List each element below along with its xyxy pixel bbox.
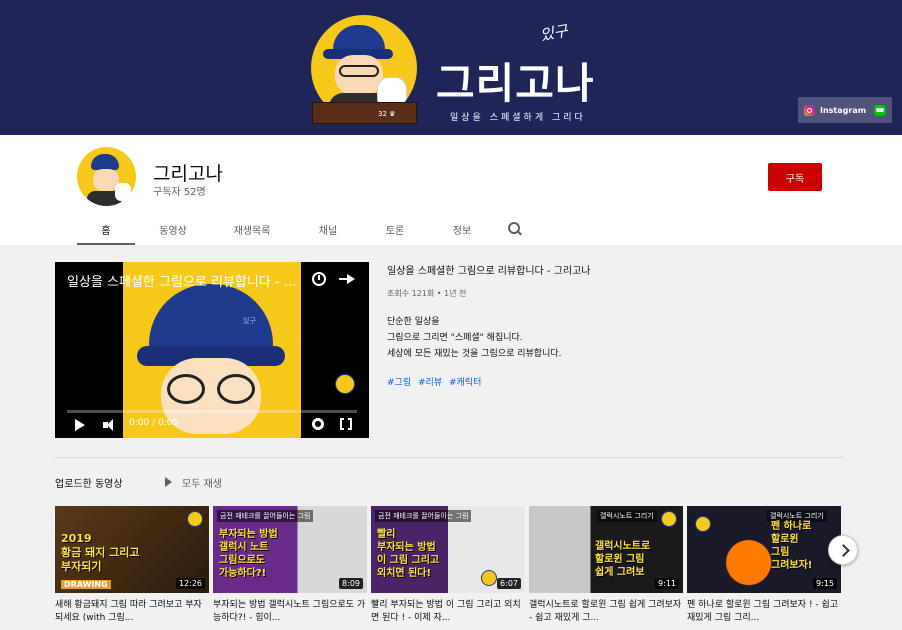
subscribe-button[interactable]: 구독 — [768, 163, 822, 191]
line-icon[interactable] — [874, 104, 886, 116]
featured-video-description: 단순한 일상을 그림으로 그리면 "스페셜" 해집니다. 세상에 모든 재밌는 … — [387, 314, 562, 362]
play-icon[interactable] — [75, 419, 85, 431]
video-thumbnail[interactable]: 갤럭시노트 그리기 갤럭시노트로 할로윈 그림 쉽게 그려보 9:11 — [529, 506, 683, 593]
channel-mini-icon — [695, 516, 711, 532]
video-duration: 9:15 — [813, 578, 837, 589]
volume-icon[interactable] — [103, 419, 119, 431]
thumbnail-text: 펜 하나로 할로윈 그림 그려보자! — [771, 521, 813, 571]
video-thumbnail[interactable]: 갤럭시노트 그리기 펜 하나로 할로윈 그림 그려보자! 9:15 — [687, 506, 841, 593]
hashtag-link[interactable]: #캐릭터 — [449, 378, 481, 388]
banner-social-links: Instagram — [798, 97, 892, 123]
clock-icon[interactable] — [312, 272, 326, 286]
video-title[interactable]: 갤럭시노트로 할로윈 그림 쉽게 그려보자 - 쉽고 재밌게 그... — [529, 599, 683, 625]
featured-video-title[interactable]: 일상을 스페셜한 그림으로 리뷰합니다 - 그리고나 — [387, 262, 591, 277]
video-title[interactable]: 빨리 부자되는 방법 이 그림 그리고 외치면 된다 ! - 이제 자... — [371, 599, 525, 625]
video-card[interactable]: 갤럭시노트 그리기 펜 하나로 할로윈 그림 그려보자! 9:15 펜 하나로 할로윈… — [687, 506, 841, 625]
hashtag-link[interactable]: #리뷰 — [418, 378, 442, 388]
channel-mini-icon — [187, 511, 203, 527]
instagram-link[interactable]: Instagram — [820, 106, 866, 115]
share-icon[interactable] — [339, 272, 355, 286]
video-title[interactable]: 새해 황금돼지 그림 따라 그려보고 부자 되세요 (with 그림... — [55, 599, 209, 625]
banner-title: 그리고나 — [436, 59, 595, 108]
channel-header: 그리고나 구독자 52명 구독 홈 동영상 재생목록 채널 토론 정보 — [0, 135, 902, 245]
tab-home[interactable]: 홈 — [77, 213, 135, 245]
youtube-channel-page: 32 ♛ 있구 그리고나 일상을 스페셜하게 그리다 Instagram 그리고… — [0, 0, 902, 630]
featured-video-player[interactable]: 있구 일상을 스페셜한 그림으로 리뷰합니다 - 그리고나 0:00 / 0:0… — [55, 262, 369, 438]
instagram-icon[interactable] — [804, 104, 815, 116]
hashtag-link[interactable]: #그림 — [387, 378, 411, 388]
play-all-icon[interactable] — [165, 477, 172, 487]
video-title[interactable]: 펜 하나로 할로윈 그림 그려보자 ! - 쉽고 재밌게 그림 그리... — [687, 599, 841, 625]
fullscreen-icon[interactable] — [340, 417, 352, 432]
video-duration: 12:26 — [175, 578, 205, 589]
search-icon[interactable] — [497, 213, 529, 245]
channel-avatar[interactable] — [77, 147, 136, 206]
chevron-right-icon[interactable] — [828, 535, 858, 565]
thumbnail-text: 빨리 부자되는 방법 이 그림 그리고 외치면 된다! — [377, 529, 440, 579]
video-card[interactable]: 금전 재테크를 끌어들이는 그림 빨리 부자되는 방법 이 그림 그리고 외치면 된다… — [371, 506, 525, 625]
description-line: 단순한 일상을 — [387, 317, 440, 327]
video-title[interactable]: 부자되는 방법 갤럭시노트 그림으로도 가능하다?! - 힘이... — [213, 599, 367, 625]
thumbnail-text: 갤럭시노트로 할로윈 그림 쉽게 그려보 — [595, 541, 651, 578]
channel-mini-icon — [661, 511, 677, 527]
channel-banner: 32 ♛ 있구 그리고나 일상을 스페셜하게 그리다 Instagram — [0, 0, 902, 135]
banner-tagline: 일상을 스페셜하게 그리다 — [450, 113, 586, 123]
video-thumbnail[interactable]: 금전 재테크를 끌어들이는 그림 부자되는 방법 갤럭시 노트 그림으로도 가능하다?… — [213, 506, 367, 593]
time-display: 0:00 / 0:05 — [129, 418, 179, 428]
hat-logo: 있구 — [243, 317, 256, 325]
channel-tabs: 홈 동영상 재생목록 채널 토론 정보 — [77, 213, 529, 245]
channel-mini-icon — [481, 570, 497, 586]
tab-playlists[interactable]: 재생목록 — [211, 213, 293, 245]
progress-bar[interactable] — [67, 410, 357, 413]
description-line: 그림으로 그리면 "스페셜" 해집니다. — [387, 333, 523, 343]
banner-desk — [312, 102, 417, 124]
uploads-section-title[interactable]: 업로드한 동영상 — [55, 475, 123, 490]
thumbnail-badge: 금전 재테크를 끌어들이는 그림 — [217, 510, 314, 522]
hashtags: #그림 #리뷰 #캐릭터 — [387, 375, 485, 388]
video-duration: 6:07 — [497, 578, 521, 589]
banner-signature: 있구 — [538, 21, 570, 45]
tab-about[interactable]: 정보 — [427, 213, 497, 245]
video-duration: 8:09 — [339, 578, 363, 589]
video-card[interactable]: 갤럭시노트 그리기 갤럭시노트로 할로윈 그림 쉽게 그려보 9:11 갤럭시노트로… — [529, 506, 683, 625]
channel-name: 그리고나 — [153, 163, 223, 185]
thumbnail-text: 2019 황금 돼지 그리고 부자되기 — [61, 532, 140, 573]
settings-icon[interactable] — [312, 418, 324, 430]
banner-desk-label: 32 ♛ — [378, 110, 396, 118]
subscriber-count: 구독자 52명 — [153, 187, 206, 198]
featured-video-meta: 조회수 121회 • 1년 전 — [387, 289, 467, 298]
thumbnail-badge: 갤럭시노트 그리기 — [597, 510, 657, 522]
thumbnail-badge: 금전 재테크를 끌어들이는 그림 — [375, 510, 472, 522]
tab-channels[interactable]: 채널 — [293, 213, 363, 245]
play-all-button[interactable]: 모두 재생 — [182, 475, 222, 490]
thumbnail-subtext: DRAWING — [61, 580, 111, 589]
video-thumbnail[interactable]: 금전 재테크를 끌어들이는 그림 빨리 부자되는 방법 이 그림 그리고 외치면 된다… — [371, 506, 525, 593]
channel-watermark[interactable] — [335, 374, 355, 394]
player-title[interactable]: 일상을 스페셜한 그림으로 리뷰합니다 - 그리고나 — [67, 271, 307, 290]
tab-videos[interactable]: 동영상 — [135, 213, 211, 245]
thumbnail-text: 부자되는 방법 갤럭시 노트 그림으로도 가능하다?! — [219, 529, 278, 579]
video-card[interactable]: 금전 재테크를 끌어들이는 그림 부자되는 방법 갤럭시 노트 그림으로도 가능하다?… — [213, 506, 367, 625]
tab-discussion[interactable]: 토론 — [363, 213, 427, 245]
section-divider — [55, 457, 845, 458]
description-line: 세상에 모든 재밌는 것을 그림으로 리뷰합니다. — [387, 349, 562, 359]
video-thumbnail[interactable]: 2019 황금 돼지 그리고 부자되기 DRAWING 12:26 — [55, 506, 209, 593]
video-card[interactable]: 2019 황금 돼지 그리고 부자되기 DRAWING 12:26 새해 황금돼지 … — [55, 506, 209, 625]
video-duration: 9:11 — [655, 578, 679, 589]
